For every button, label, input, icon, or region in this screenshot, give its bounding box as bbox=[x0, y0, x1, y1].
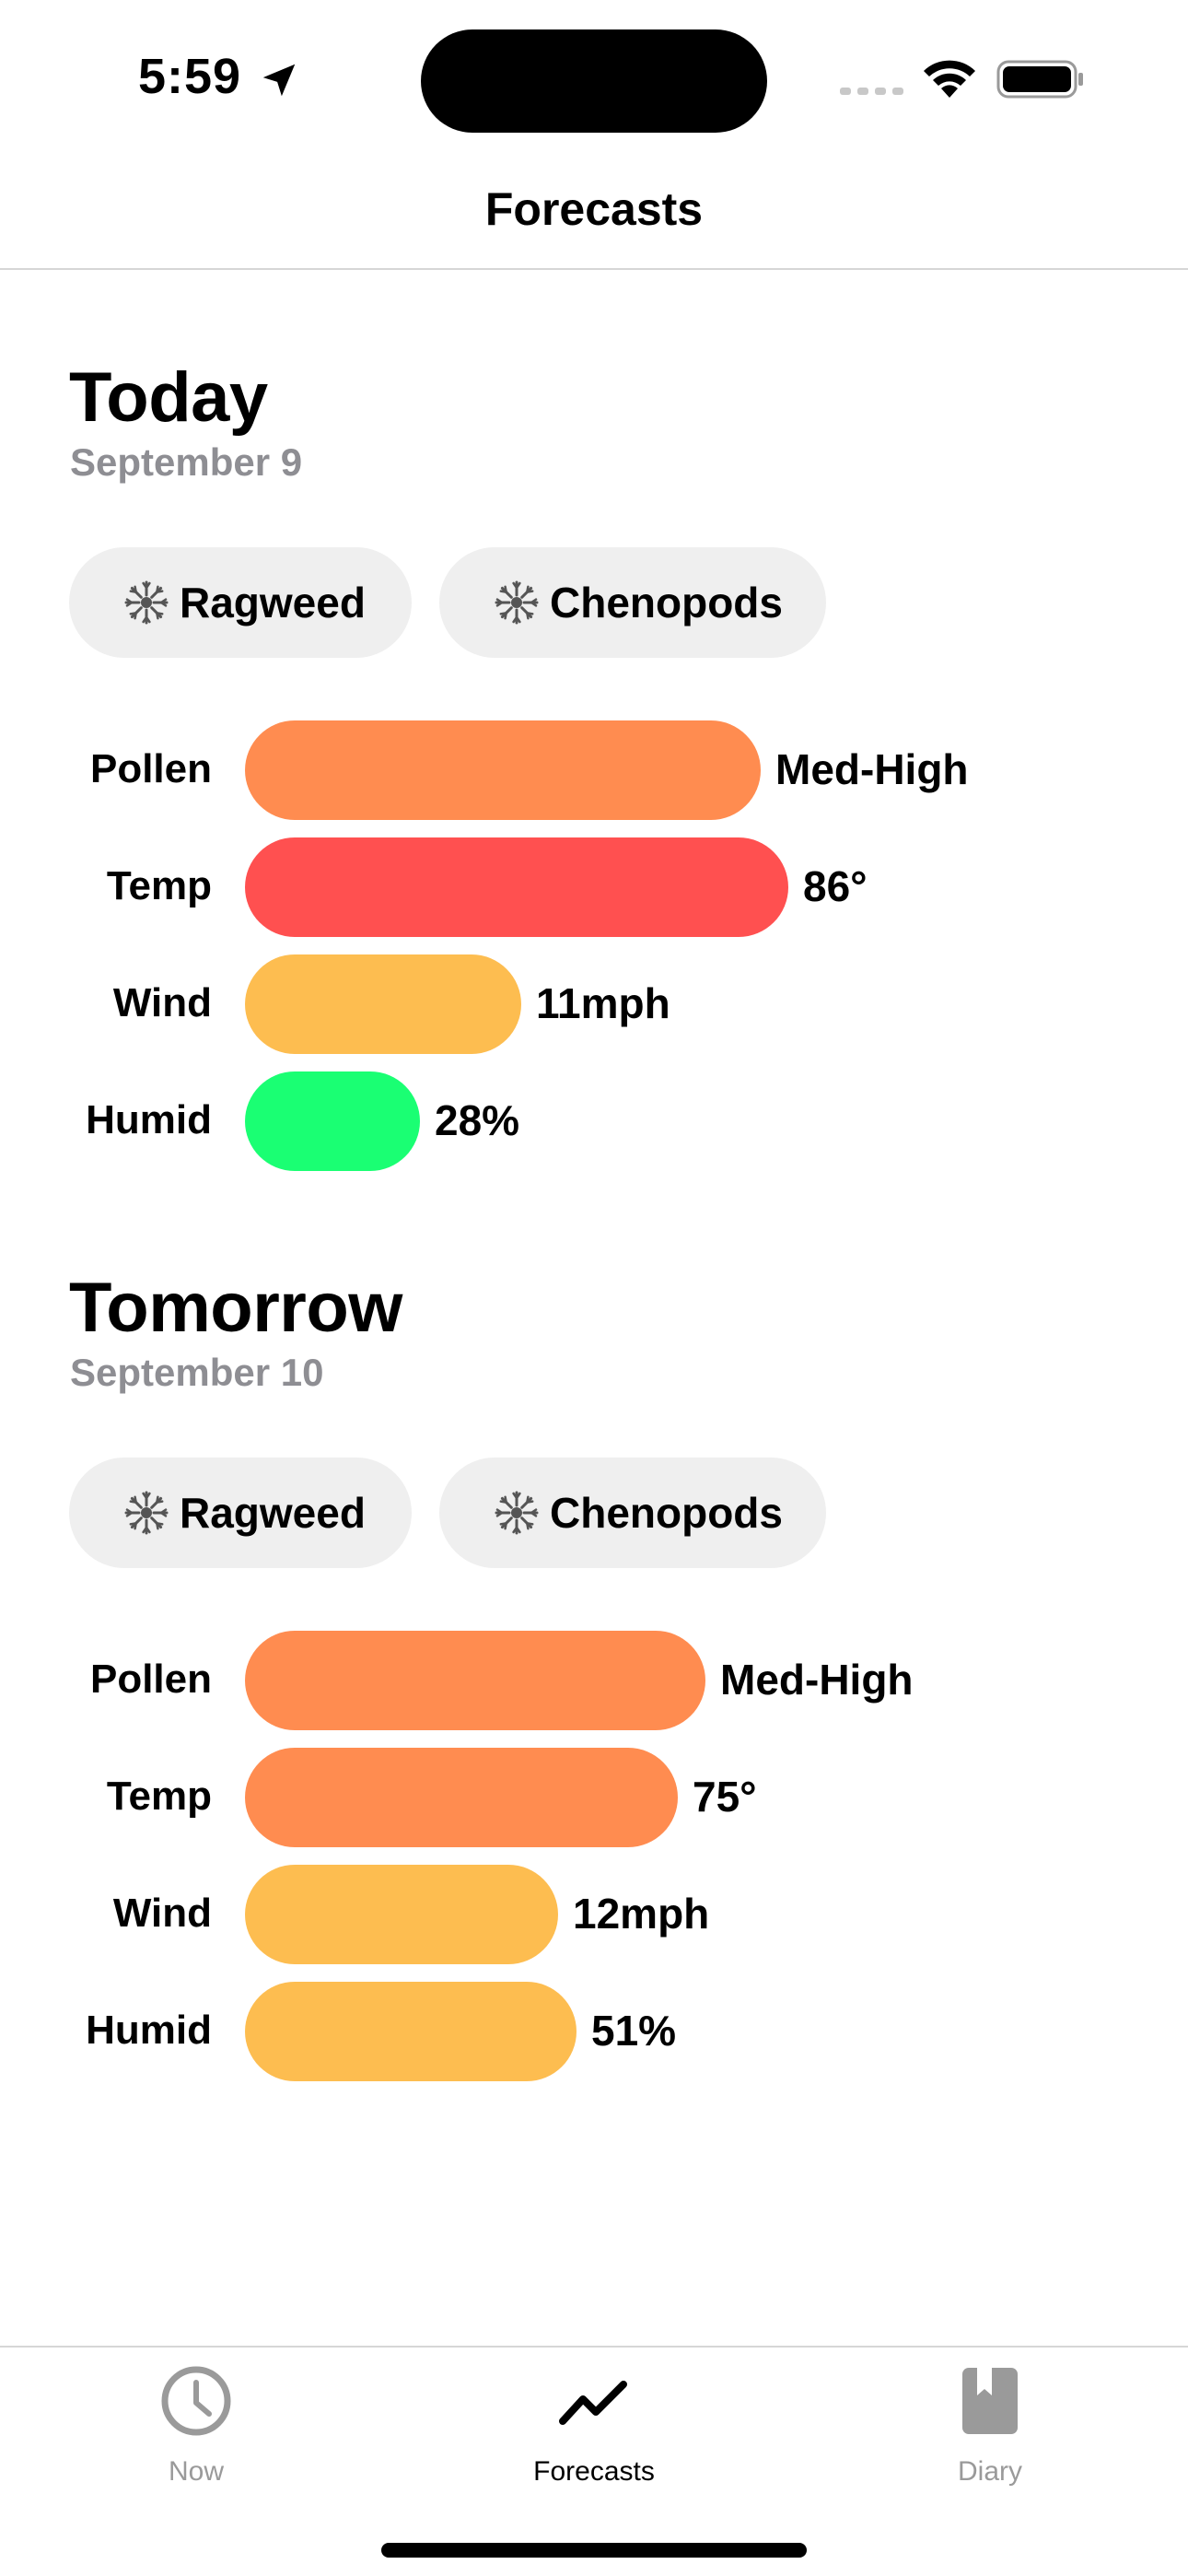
status-bar: 5:59 bbox=[0, 0, 1188, 157]
tab-label: Now bbox=[168, 2456, 224, 2487]
allergen-chip-label: Chenopods bbox=[550, 1489, 783, 1537]
pollen-icon bbox=[124, 580, 169, 625]
metric-bar bbox=[245, 1748, 678, 1847]
metric-bar bbox=[245, 1631, 705, 1730]
metric-value: 75° bbox=[693, 1773, 757, 1821]
metric-value: Med-High bbox=[775, 745, 969, 793]
metric-label: Pollen bbox=[89, 1657, 212, 1702]
metric-label: Temp bbox=[106, 1774, 212, 1819]
metric-label: Temp bbox=[106, 863, 212, 908]
wifi-icon bbox=[924, 60, 975, 98]
navigation-bar: Forecasts bbox=[0, 157, 1188, 270]
allergen-chip-label: Ragweed bbox=[180, 579, 366, 626]
home-indicator[interactable] bbox=[381, 2543, 807, 2558]
metric-value: 51% bbox=[591, 2007, 677, 2055]
section-title-today: Today bbox=[69, 358, 268, 437]
allergen-chip-chenopods[interactable]: Chenopods bbox=[439, 1458, 826, 1568]
allergen-chip-ragweed[interactable]: Ragweed bbox=[69, 547, 412, 658]
forecasts-screen: 5:59 Forecasts Today September 9 Ragweed… bbox=[0, 0, 1188, 2576]
location-arrow-icon bbox=[262, 64, 296, 97]
tab-label: Diary bbox=[957, 2456, 1022, 2487]
metric-label: Wind bbox=[112, 1891, 212, 1936]
tab-bar: Now Forecasts Diary bbox=[0, 2346, 1188, 2576]
page-title: Forecasts bbox=[484, 183, 704, 235]
metric-label: Humid bbox=[86, 1097, 212, 1142]
cellular-signal-icon bbox=[840, 88, 903, 95]
metric-bar bbox=[245, 837, 788, 937]
metric-label: Pollen bbox=[89, 746, 212, 791]
pollen-icon bbox=[124, 1491, 169, 1535]
pollen-icon bbox=[495, 1491, 539, 1535]
section-title-tomorrow: Tomorrow bbox=[69, 1269, 402, 1347]
allergen-chip-label: Chenopods bbox=[550, 579, 783, 626]
section-date-today: September 9 bbox=[70, 440, 303, 484]
allergen-chip-chenopods[interactable]: Chenopods bbox=[439, 547, 826, 658]
dynamic-island bbox=[421, 29, 767, 133]
pollen-icon bbox=[495, 580, 539, 625]
chart-line-icon bbox=[559, 2381, 627, 2425]
metric-value: 11mph bbox=[536, 979, 670, 1027]
metric-value: 28% bbox=[435, 1096, 520, 1144]
tab-forecasts[interactable]: Forecasts bbox=[456, 2348, 732, 2513]
battery-icon bbox=[996, 60, 1083, 99]
metric-label: Wind bbox=[112, 980, 212, 1025]
metric-value: 12mph bbox=[573, 1890, 710, 1938]
section-date-tomorrow: September 10 bbox=[70, 1351, 324, 1394]
tab-diary[interactable]: Diary bbox=[852, 2348, 1128, 2513]
metric-value: 86° bbox=[803, 862, 868, 910]
book-icon bbox=[962, 2368, 1018, 2434]
metric-value: Med-High bbox=[720, 1656, 914, 1704]
tab-label: Forecasts bbox=[533, 2456, 655, 2487]
metric-label: Humid bbox=[86, 2008, 212, 2053]
tab-now[interactable]: Now bbox=[58, 2348, 334, 2513]
status-time: 5:59 bbox=[138, 49, 242, 104]
metric-bar bbox=[245, 1982, 577, 2081]
metric-bar bbox=[245, 1071, 420, 1171]
metric-bar bbox=[245, 954, 521, 1054]
allergen-chip-ragweed[interactable]: Ragweed bbox=[69, 1458, 412, 1568]
metric-bar bbox=[245, 720, 761, 820]
metric-bar bbox=[245, 1865, 558, 1964]
allergen-chip-label: Ragweed bbox=[180, 1489, 366, 1537]
clock-icon bbox=[161, 2366, 231, 2436]
